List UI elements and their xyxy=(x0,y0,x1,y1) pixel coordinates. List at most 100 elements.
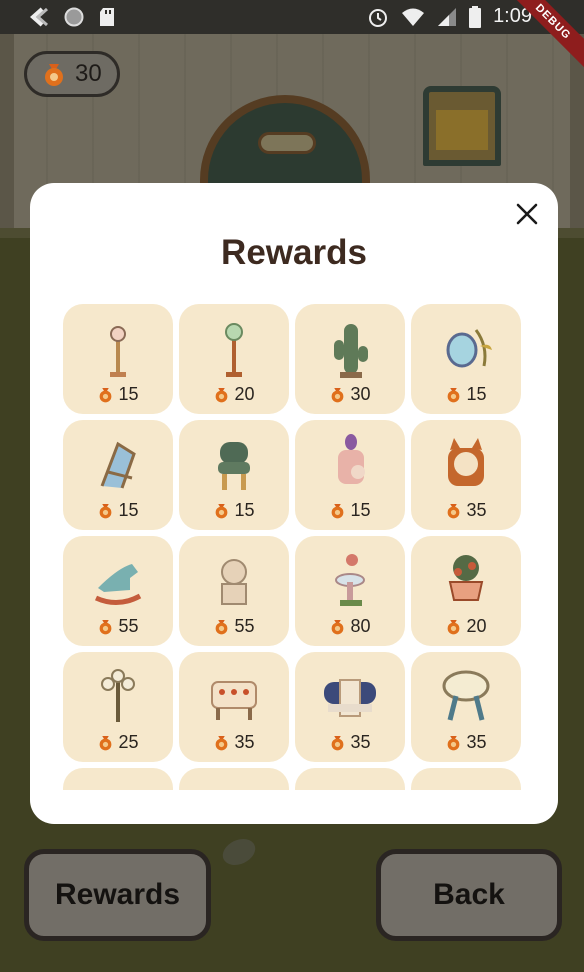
dialog-title: Rewards xyxy=(221,233,367,272)
rewards-grid: 15 20 30 15 15 15 15 35 55 55 80 20 25 35 35 35 xyxy=(63,304,525,790)
reward-price-value: 80 xyxy=(350,616,371,636)
reward-price-value: 55 xyxy=(234,616,255,636)
reward-item-card[interactable]: 55 xyxy=(179,536,289,646)
cactus-icon xyxy=(334,324,368,378)
rewards-scroll-area[interactable]: 15 20 30 15 15 15 15 35 55 55 80 20 25 35 35 35 xyxy=(63,304,525,790)
reward-price: 35 xyxy=(295,732,405,753)
reward-price-value: 15 xyxy=(118,500,139,520)
reward-price: 35 xyxy=(411,500,521,521)
coin-bag-icon xyxy=(45,64,63,86)
green-chair-icon xyxy=(218,442,250,490)
back-arrow-icon xyxy=(29,7,48,27)
reward-price-value: 55 xyxy=(118,616,139,636)
coin-bag-icon xyxy=(332,735,344,751)
reward-price: 25 xyxy=(63,732,173,753)
flower-fountain-icon xyxy=(335,554,365,606)
close-icon[interactable] xyxy=(514,201,540,227)
reward-price: 55 xyxy=(63,616,173,637)
round-table-icon xyxy=(442,670,490,721)
item-icon xyxy=(436,780,496,790)
wifi-icon xyxy=(402,8,425,26)
reward-price-value: 15 xyxy=(350,500,371,520)
coin-bag-icon xyxy=(448,387,460,403)
reward-item-card[interactable]: 35 xyxy=(179,652,289,762)
alarm-icon xyxy=(369,8,388,27)
coin-bag-icon xyxy=(100,503,112,519)
coin-bag-icon xyxy=(448,735,460,751)
reward-item-card[interactable]: 35 xyxy=(295,652,405,762)
reward-item-card[interactable]: 15 xyxy=(295,420,405,530)
coin-bag-icon xyxy=(100,735,112,751)
coin-bag-icon xyxy=(332,619,344,635)
back-button[interactable]: Back xyxy=(376,849,562,941)
item-icon xyxy=(320,780,380,790)
circle-icon xyxy=(64,7,84,27)
cat-cushion-icon xyxy=(448,438,484,486)
deck-chair-icon xyxy=(100,441,136,489)
coin-bag-icon xyxy=(216,735,228,751)
flower-lamp-icon xyxy=(101,669,135,722)
teacup-plant-icon xyxy=(448,555,484,601)
reward-item-card[interactable]: 35 xyxy=(411,652,521,762)
reward-price-value: 25 xyxy=(118,732,139,752)
reward-price: 15 xyxy=(63,500,173,521)
rewards-button[interactable]: Rewards xyxy=(24,849,211,941)
reward-item-card[interactable]: 15 xyxy=(179,420,289,530)
reward-item-card[interactable]: 80 xyxy=(295,536,405,646)
reward-price-value: 20 xyxy=(466,616,487,636)
coin-bag-icon xyxy=(448,503,460,519)
coin-count: 30 xyxy=(75,60,102,87)
rocking-horse-icon xyxy=(94,564,142,605)
coin-counter: 30 xyxy=(24,51,120,97)
reward-price: 55 xyxy=(179,616,289,637)
item-icon xyxy=(88,780,148,790)
globe-lamp-icon xyxy=(225,323,243,377)
sd-card-icon xyxy=(100,8,114,26)
coin-bag-icon xyxy=(332,503,344,519)
reward-item-card[interactable] xyxy=(63,768,173,790)
reward-item-card[interactable]: 30 xyxy=(295,304,405,414)
reward-item-card[interactable]: 35 xyxy=(411,420,521,530)
reward-item-card[interactable]: 15 xyxy=(63,304,173,414)
reward-price: 15 xyxy=(411,384,521,405)
reward-price-value: 35 xyxy=(466,500,487,520)
strawberry-table-icon xyxy=(211,681,257,720)
reward-item-card[interactable]: 25 xyxy=(63,652,173,762)
reward-price-value: 15 xyxy=(118,384,139,404)
reward-price: 35 xyxy=(411,732,521,753)
coin-bag-icon xyxy=(332,387,344,403)
reward-item-card[interactable]: 15 xyxy=(63,420,173,530)
coin-bag-icon xyxy=(216,387,228,403)
status-bar: 1:09 DEBUG xyxy=(0,0,584,76)
coin-bag-icon xyxy=(216,619,228,635)
coin-bag-icon xyxy=(100,619,112,635)
reward-price-value: 30 xyxy=(350,384,371,404)
reward-price-value: 15 xyxy=(466,384,487,404)
battery-icon xyxy=(469,5,482,28)
reward-price: 80 xyxy=(295,616,405,637)
reward-price-value: 35 xyxy=(350,732,371,752)
sofa-icon xyxy=(324,679,376,717)
reward-price: 20 xyxy=(179,384,289,405)
reward-price: 15 xyxy=(63,384,173,405)
reward-item-card[interactable] xyxy=(411,768,521,790)
reward-price: 35 xyxy=(179,732,289,753)
reward-price-value: 15 xyxy=(234,500,255,520)
reward-price-value: 20 xyxy=(234,384,255,404)
reward-item-card[interactable] xyxy=(179,768,289,790)
reward-price: 30 xyxy=(295,384,405,405)
reward-item-card[interactable]: 20 xyxy=(411,536,521,646)
coin-bag-icon xyxy=(100,387,112,403)
item-icon xyxy=(204,780,264,790)
reward-item-card[interactable]: 20 xyxy=(179,304,289,414)
reward-item-card[interactable] xyxy=(295,768,405,790)
reward-item-card[interactable]: 55 xyxy=(63,536,173,646)
reward-price-value: 35 xyxy=(234,732,255,752)
reward-price: 15 xyxy=(179,500,289,521)
reward-price: 20 xyxy=(411,616,521,637)
coin-bag-icon xyxy=(448,619,460,635)
reward-item-card[interactable]: 15 xyxy=(411,304,521,414)
bunny-armchair-icon xyxy=(338,434,365,484)
reward-price-value: 35 xyxy=(466,732,487,752)
rewards-dialog: Rewards 15 20 30 15 15 15 15 35 55 55 80 20 25 35 35 35 xyxy=(30,183,558,824)
